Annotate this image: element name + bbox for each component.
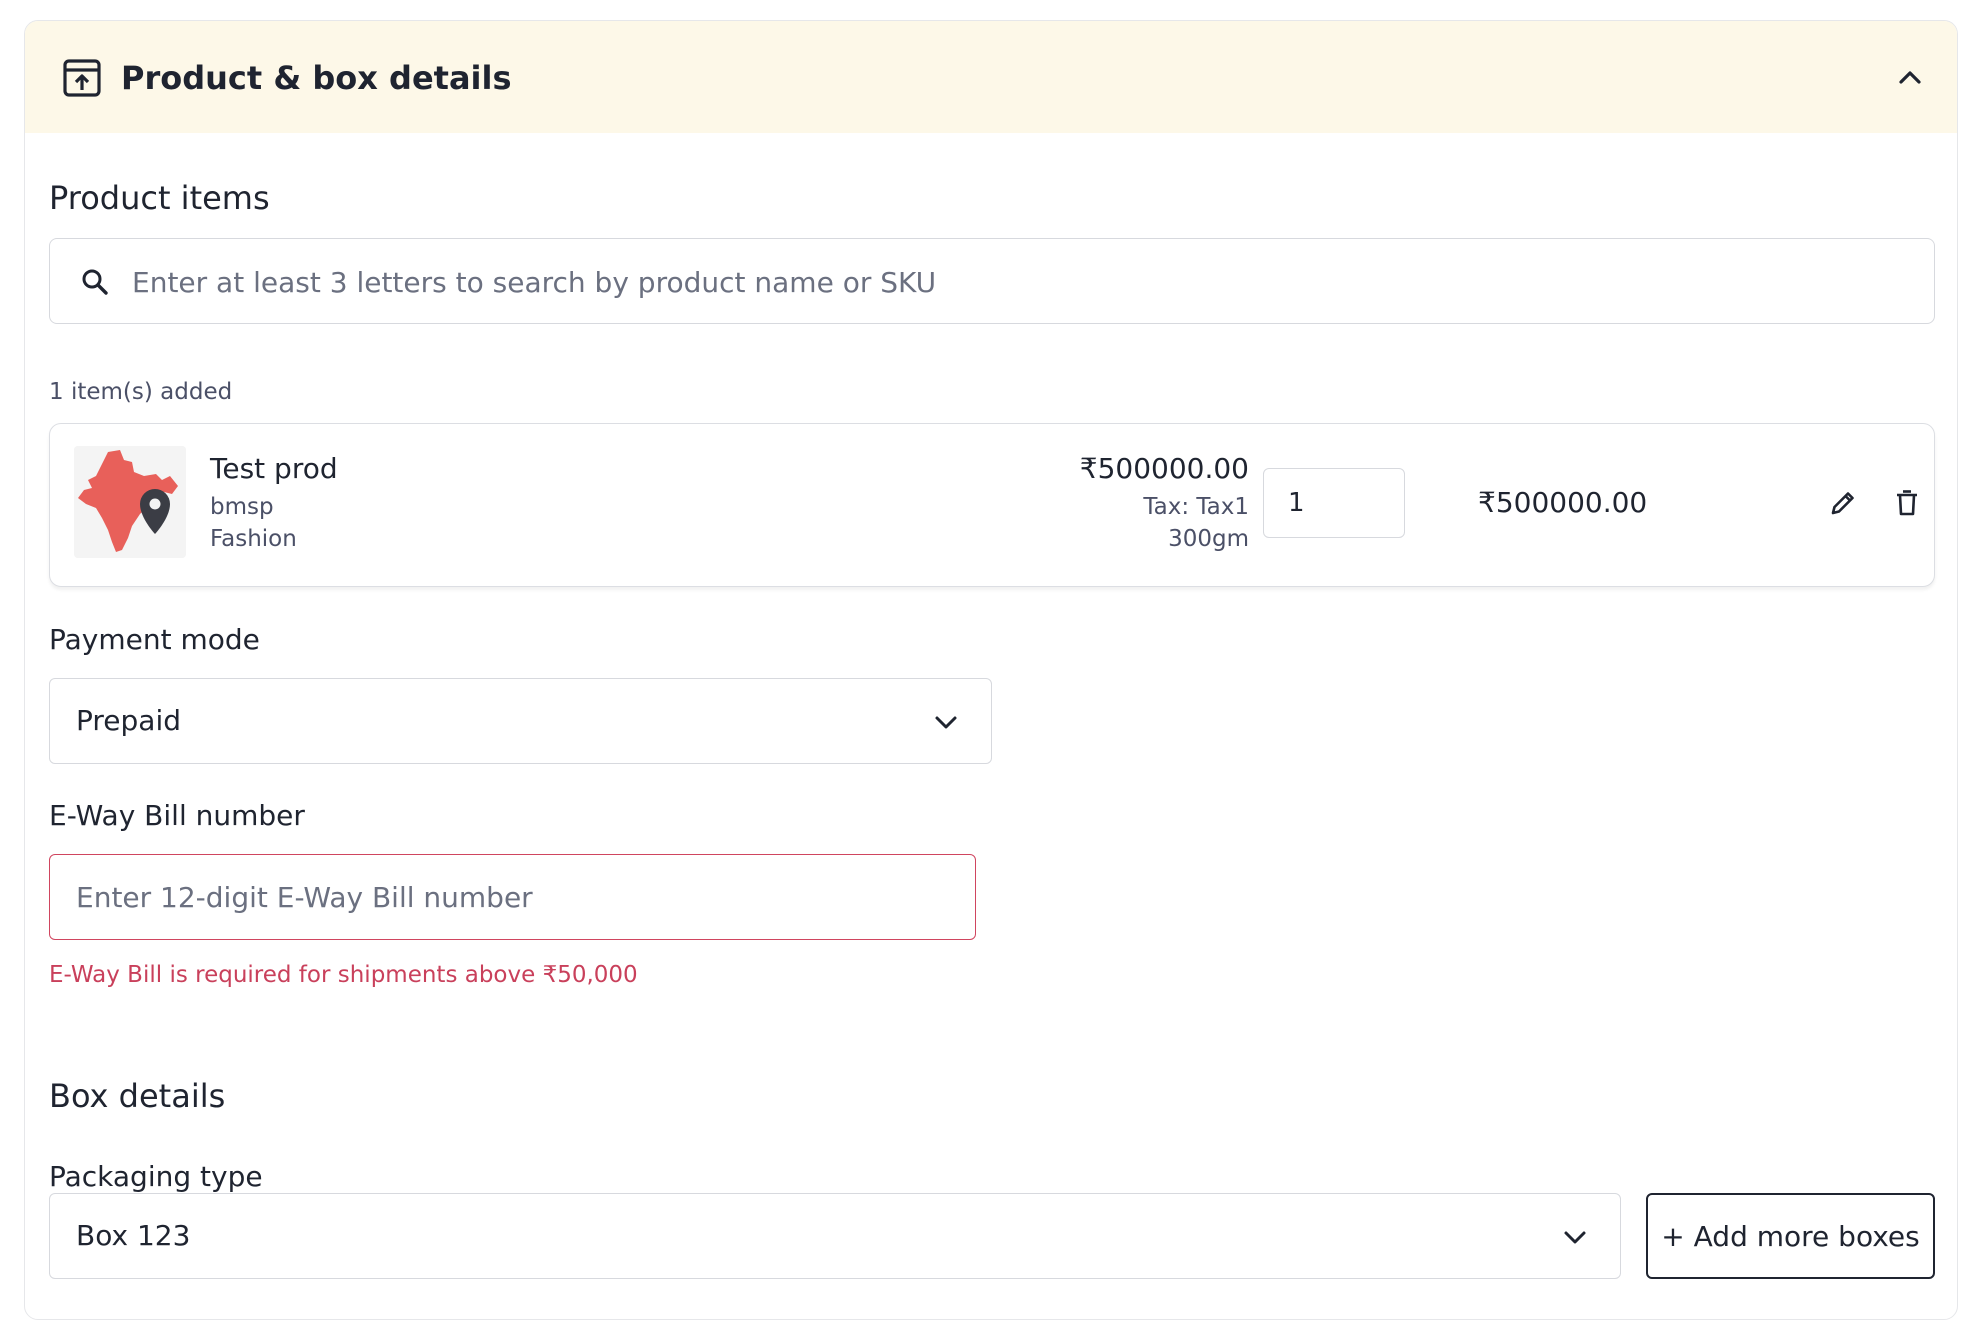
items-added-count: 1 item(s) added bbox=[49, 379, 233, 405]
product-search-input[interactable] bbox=[130, 239, 1914, 325]
eway-bill-error: E-Way Bill is required for shipments abo… bbox=[49, 962, 638, 988]
box-details-title: Box details bbox=[49, 1077, 226, 1115]
packaging-type-select[interactable]: Box 123 bbox=[49, 1193, 1621, 1279]
edit-icon[interactable] bbox=[1826, 486, 1860, 520]
item-name: Test prod bbox=[210, 452, 338, 485]
payment-mode-label: Payment mode bbox=[49, 623, 260, 656]
product-items-title: Product items bbox=[49, 179, 270, 217]
chevron-down-icon bbox=[1560, 1222, 1590, 1252]
add-more-boxes-button[interactable]: + Add more boxes bbox=[1646, 1193, 1935, 1279]
chevron-down-icon bbox=[931, 707, 961, 737]
product-search-box[interactable] bbox=[49, 238, 1935, 325]
card-title: Product & box details bbox=[121, 59, 512, 97]
chevron-up-icon[interactable] bbox=[1889, 57, 1931, 99]
eway-bill-label: E-Way Bill number bbox=[49, 799, 305, 832]
item-weight: 300gm bbox=[1168, 526, 1249, 552]
payment-mode-value: Prepaid bbox=[76, 704, 181, 737]
item-tax: Tax: Tax1 bbox=[1143, 494, 1249, 520]
india-map-pin-image bbox=[74, 446, 186, 558]
product-box-details-card: Product & box details Product items 1 it… bbox=[24, 20, 1958, 1320]
box-upload-icon bbox=[61, 57, 103, 99]
payment-mode-select[interactable]: Prepaid bbox=[49, 678, 992, 764]
packaging-type-value: Box 123 bbox=[76, 1219, 191, 1252]
eway-bill-input[interactable] bbox=[49, 854, 976, 940]
quantity-input[interactable] bbox=[1263, 468, 1405, 538]
trash-icon[interactable] bbox=[1890, 486, 1924, 520]
item-unit-price: ₹500000.00 bbox=[1079, 452, 1249, 485]
packaging-type-label: Packaging type bbox=[49, 1160, 263, 1193]
item-line-total: ₹500000.00 bbox=[1478, 486, 1648, 519]
search-icon bbox=[80, 267, 110, 297]
product-item-card: Test prod bmsp Fashion ₹500000.00 Tax: T… bbox=[49, 423, 1935, 587]
item-category: Fashion bbox=[210, 526, 297, 552]
card-header[interactable]: Product & box details bbox=[25, 21, 1957, 133]
item-sku: bmsp bbox=[210, 494, 274, 520]
